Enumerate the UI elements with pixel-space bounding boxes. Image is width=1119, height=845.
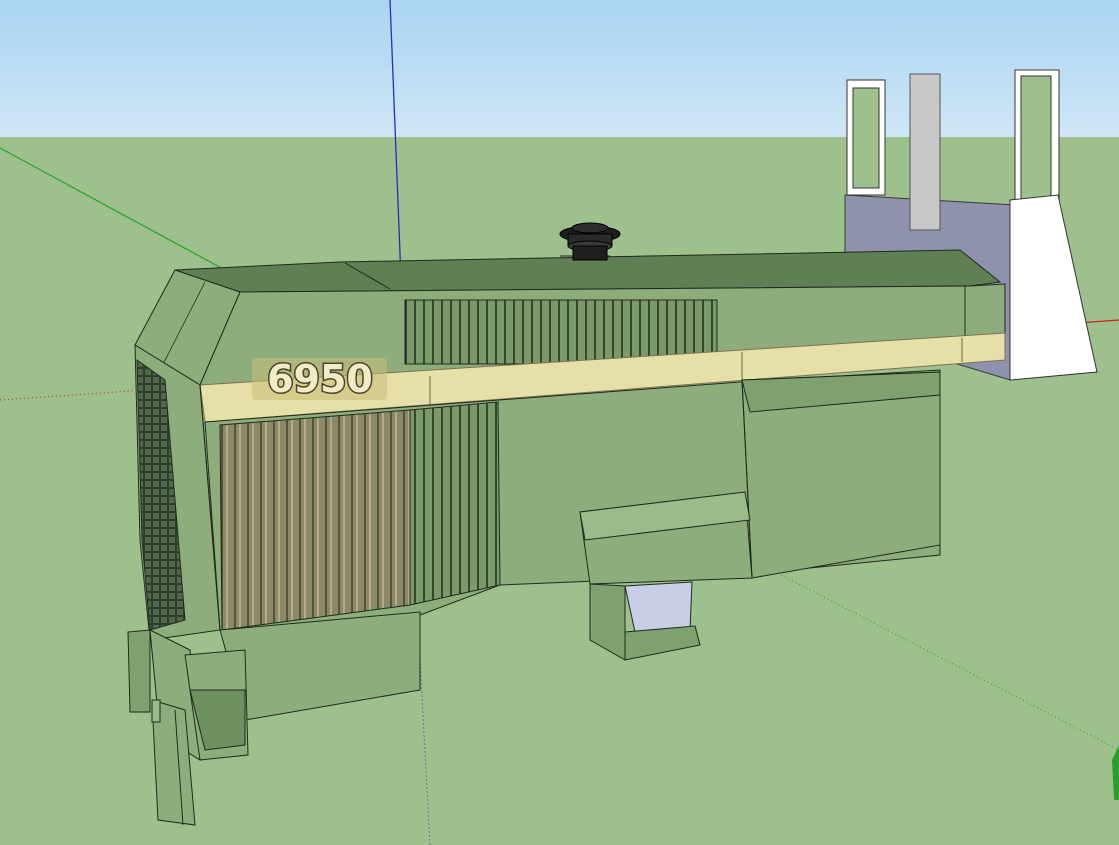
model-badge: 6950 xyxy=(252,356,387,403)
badge-number: 6950 xyxy=(267,357,373,401)
support-gap xyxy=(624,581,693,633)
cab-post-middle xyxy=(909,73,941,231)
3d-scene[interactable]: 6950 xyxy=(0,0,1119,845)
side-louvers xyxy=(219,409,411,631)
sketchup-viewport[interactable]: 6950 xyxy=(0,0,1119,845)
lower-vent-grate xyxy=(409,401,501,606)
sky xyxy=(0,0,1119,137)
